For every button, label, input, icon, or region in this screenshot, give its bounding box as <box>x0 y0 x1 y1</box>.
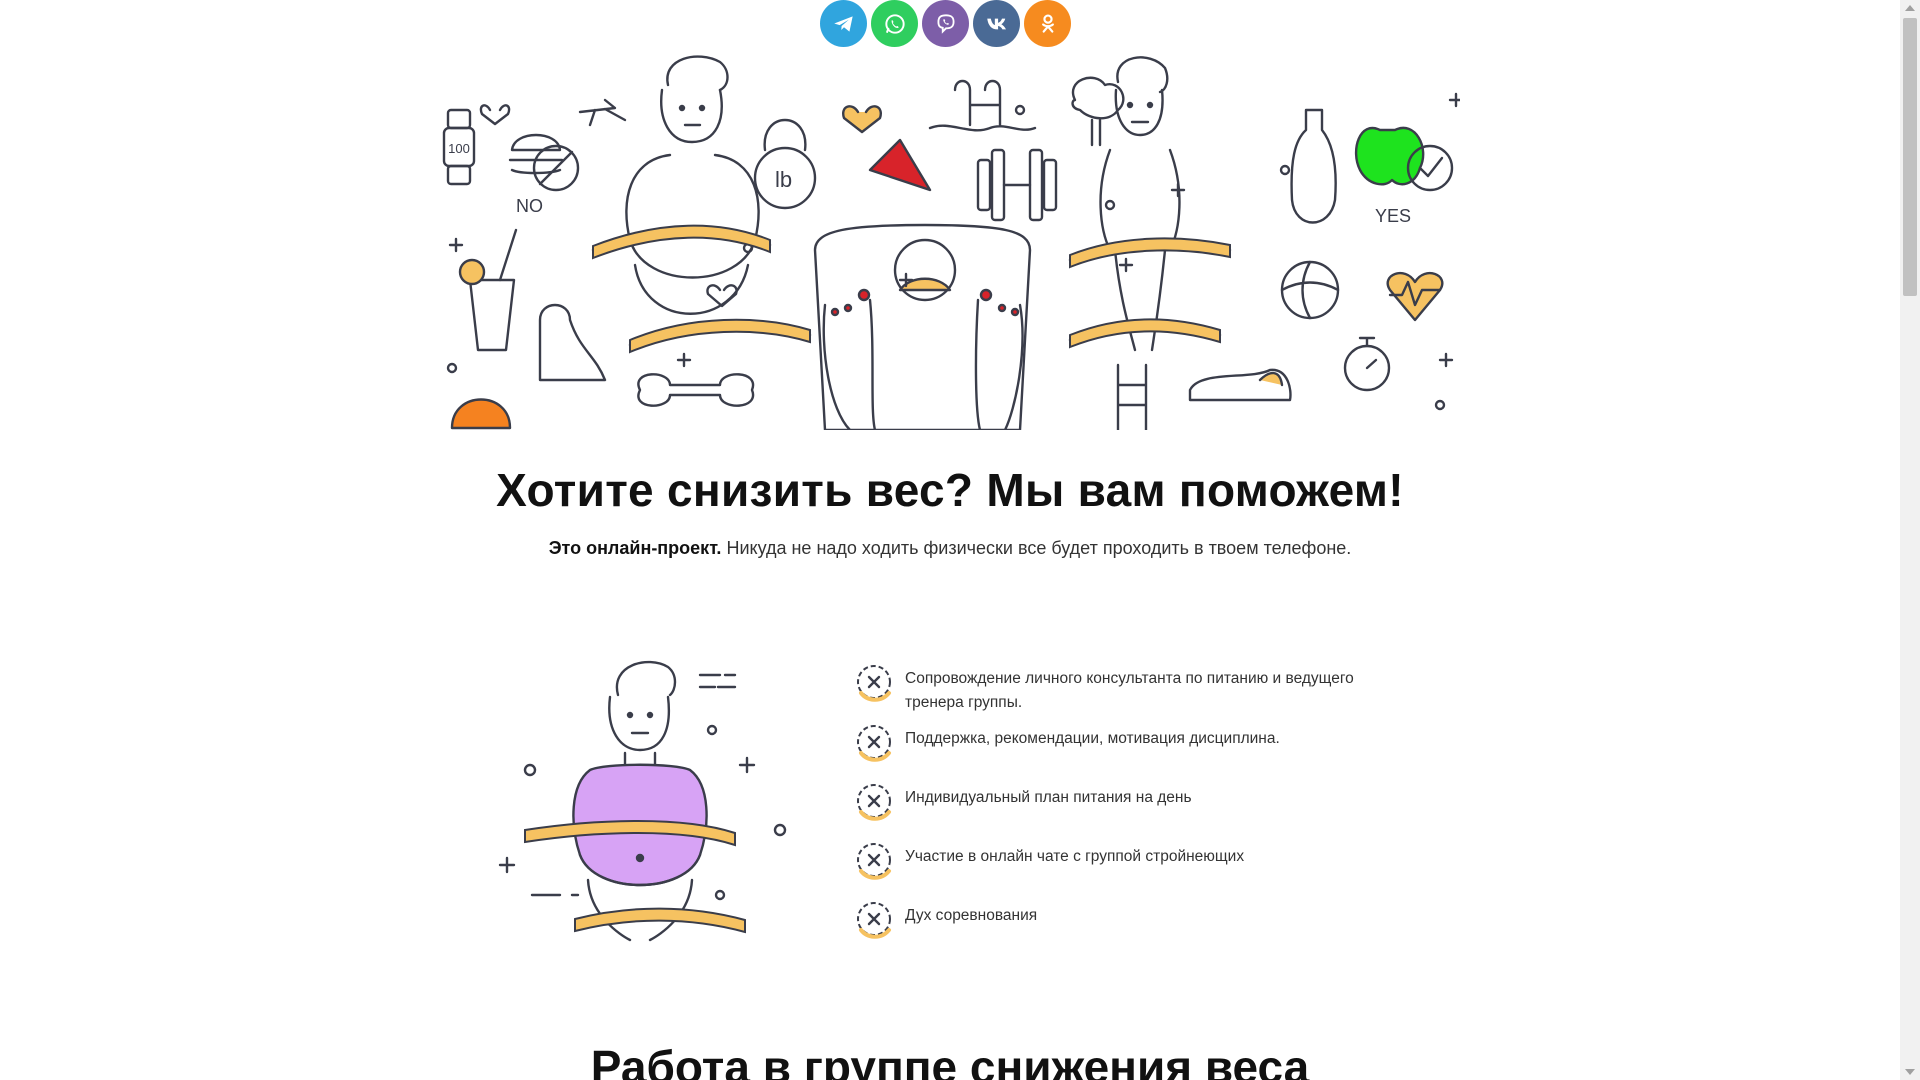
kettlebell-label: lb <box>775 167 792 192</box>
overweight-man-illustration <box>625 55 760 315</box>
intro-rest: Никуда не надо ходить физически все буде… <box>721 538 1352 558</box>
dumbbell-icon <box>976 148 1058 222</box>
feature-text: Индивидуальный план питания на день <box>905 789 1192 806</box>
broccoli-icon <box>1071 76 1125 147</box>
heartrate-icon <box>1386 271 1444 322</box>
yes-label: YES <box>1375 206 1411 226</box>
orange-icon <box>450 398 512 430</box>
cross-circle-icon <box>857 725 891 762</box>
apple-icon <box>1354 126 1425 186</box>
whatsapp-button[interactable] <box>871 0 918 47</box>
scroll-thumb[interactable] <box>1903 18 1917 296</box>
feature-item: Поддержка, рекомендации, мотивация дисци… <box>855 723 1415 765</box>
cross-circle-icon <box>857 665 891 702</box>
intro-text: Это онлайн-проект. Никуда не надо ходить… <box>0 538 1900 559</box>
intro-bold: Это онлайн-проект. <box>548 538 722 558</box>
page-title: Хотите снизить вес? Мы вам поможем! <box>496 464 1404 516</box>
watermelon-icon <box>868 138 932 192</box>
burger-icon <box>508 133 580 192</box>
ladder-icon <box>1116 363 1148 430</box>
feature-text: Поддержка, рекомендации, мотивация дисци… <box>905 730 1280 747</box>
section-title: Работа в группе снижения веса <box>590 1041 1310 1080</box>
feature-item: Дух соревнования <box>855 900 1415 942</box>
social-bar <box>820 0 1071 47</box>
plane-icon <box>578 98 627 127</box>
cross-circle-icon <box>857 784 891 821</box>
page: 100 NO lb YES Хотите снизить вес? Мы вам… <box>0 0 1900 1080</box>
watch-value: 100 <box>448 141 470 156</box>
hero-illustration: 100 NO lb YES <box>442 55 1460 430</box>
vk-button[interactable] <box>973 0 1020 47</box>
dumbbell-bone-icon <box>637 373 755 407</box>
feature-item: Индивидуальный план питания на день <box>855 782 1415 824</box>
viber-icon <box>936 13 955 34</box>
odnoklassniki-icon <box>1041 13 1054 33</box>
feature-item: Сопровождение личного консультанта по пи… <box>855 663 1415 715</box>
telegram-icon <box>833 15 853 32</box>
ball-icon <box>1280 260 1340 320</box>
cross-circle-icon <box>857 902 891 939</box>
odnoklassniki-button[interactable] <box>1024 0 1071 47</box>
feature-illustration <box>498 660 787 942</box>
bicep-icon <box>538 303 607 382</box>
juice-glass-icon <box>458 228 518 352</box>
page-scrollbar[interactable] <box>1900 0 1920 1080</box>
slim-man-illustration <box>1099 56 1181 352</box>
kettlebell-icon: lb <box>753 118 817 210</box>
whatsapp-icon <box>884 13 905 34</box>
vk-icon <box>986 18 1006 29</box>
scale-illustration <box>813 223 1032 430</box>
heart-icon <box>479 104 511 126</box>
bottle-icon <box>1290 108 1337 224</box>
scroll-up-arrow-icon[interactable] <box>1905 5 1915 11</box>
feature-text: Участие в онлайн чате с группой стройнею… <box>905 848 1245 865</box>
feature-item: Участие в онлайн чате с группой стройнею… <box>855 841 1415 883</box>
feature-text: Дух соревнования <box>905 907 1038 924</box>
viber-button[interactable] <box>922 0 969 47</box>
telegram-button[interactable] <box>820 0 867 47</box>
smartwatch-icon: 100 <box>442 108 476 186</box>
no-label: NO <box>516 196 543 216</box>
scroll-down-arrow-icon[interactable] <box>1905 1069 1915 1075</box>
feature-text: Сопровождение личного консультанта по пи… <box>905 670 1354 711</box>
cross-circle-icon <box>857 843 891 880</box>
